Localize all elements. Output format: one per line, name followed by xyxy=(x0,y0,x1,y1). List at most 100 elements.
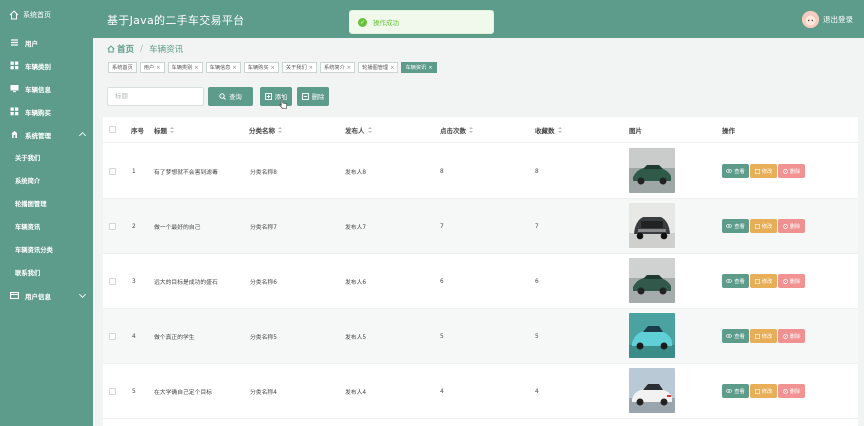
column-header-favorites[interactable]: 收藏数 xyxy=(535,117,562,143)
sidebar-item-system-management[interactable]: 系统管理 xyxy=(0,123,93,146)
edit-button[interactable]: 修改 xyxy=(750,164,777,178)
row-checkbox[interactable] xyxy=(109,168,116,175)
edit-button-label: 修改 xyxy=(761,279,773,285)
close-icon[interactable]: × xyxy=(194,65,198,71)
close-icon[interactable]: × xyxy=(156,65,160,71)
tab-label: 系统简介 xyxy=(324,65,345,71)
edit-button[interactable]: 修改 xyxy=(750,384,777,398)
tab-about[interactable]: 关于我们 × xyxy=(281,62,318,73)
close-icon[interactable]: × xyxy=(309,65,313,71)
edit-button[interactable]: 修改 xyxy=(750,274,777,288)
tab-carousel[interactable]: 轮播图管理 × xyxy=(358,62,399,73)
tab-vehicle-news[interactable]: 车辆资讯 × xyxy=(401,62,437,73)
sidebar-item-users[interactable]: 用户 xyxy=(0,31,93,54)
batch-delete-button[interactable]: 删除 xyxy=(297,87,329,106)
sort-icon[interactable] xyxy=(469,126,473,134)
gear-icon xyxy=(12,131,17,138)
table-row: 4 做个真正的学生 分类名称5 发布人5 5 5 查看 修改 删除 xyxy=(103,309,858,364)
checkbox[interactable] xyxy=(109,223,116,230)
delete-button[interactable]: 删除 xyxy=(778,274,805,288)
select-all-checkbox[interactable] xyxy=(109,126,116,133)
sidebar-item-label: 车辆信息 xyxy=(25,85,51,94)
sidebar-item-user-info[interactable]: 用户信息 xyxy=(0,284,93,307)
row-checkbox[interactable] xyxy=(109,223,116,230)
sort-icon[interactable] xyxy=(278,126,282,134)
checkbox[interactable] xyxy=(109,388,116,395)
sidebar-item-label: 车辆购买 xyxy=(25,108,51,117)
close-icon[interactable]: × xyxy=(347,65,351,71)
close-icon[interactable]: × xyxy=(271,65,275,71)
column-header-publisher[interactable]: 发布人 xyxy=(345,117,372,143)
checkbox[interactable] xyxy=(109,126,116,133)
checkbox[interactable] xyxy=(109,333,116,340)
tab-users[interactable]: 用户 × xyxy=(139,62,165,73)
close-icon[interactable]: × xyxy=(428,65,432,71)
delete-button[interactable]: 删除 xyxy=(778,219,805,233)
row-checkbox[interactable] xyxy=(109,278,116,285)
delete-button-label: 删除 xyxy=(789,334,801,340)
cell-category: 分类名称6 xyxy=(250,280,277,286)
cell-favorites: 7 xyxy=(535,223,539,230)
sort-icon[interactable] xyxy=(170,126,174,134)
cell-image[interactable] xyxy=(629,148,675,193)
sidebar-subitem-system-intro[interactable]: 系统简介 xyxy=(0,169,93,192)
sidebar-item-home[interactable]: 系统首页 xyxy=(0,0,93,30)
delete-button[interactable]: 删除 xyxy=(778,164,805,178)
view-button[interactable]: 查看 xyxy=(722,329,749,343)
avatar[interactable] xyxy=(802,11,819,28)
car-thumbnail xyxy=(629,368,675,413)
cell-image[interactable] xyxy=(629,313,675,358)
check-circle-icon: ✓ xyxy=(358,17,367,27)
sidebar-subitem-contact[interactable]: 联系我们 xyxy=(0,261,93,284)
search-button[interactable]: 查询 xyxy=(208,87,253,106)
edit-button[interactable]: 修改 xyxy=(750,329,777,343)
sort-icon[interactable] xyxy=(367,126,372,134)
sidebar-item-vehicle-category[interactable]: 车辆类别 xyxy=(0,54,93,77)
view-button[interactable]: 查看 xyxy=(722,384,749,398)
sidebar-item-vehicle-info[interactable]: 车辆信息 xyxy=(0,77,93,100)
search-icon xyxy=(219,93,227,100)
sidebar-subitem-vehicle-news[interactable]: 车辆资讯 xyxy=(0,215,93,238)
view-button-label: 查看 xyxy=(734,334,745,340)
view-button[interactable]: 查看 xyxy=(722,164,749,178)
close-icon[interactable]: × xyxy=(232,65,236,71)
sidebar-subitem-news-category[interactable]: 车辆资讯分类 xyxy=(0,238,93,261)
cell-image[interactable] xyxy=(629,258,675,303)
cell-image[interactable] xyxy=(629,368,675,413)
checkbox[interactable] xyxy=(109,278,116,285)
sort-icon[interactable] xyxy=(557,126,562,134)
sidebar-subitem-about[interactable]: 关于我们 xyxy=(0,146,93,169)
tab-vehicle-category[interactable]: 车辆类别 × xyxy=(167,62,203,73)
column-header-category[interactable]: 分类名称 xyxy=(249,117,282,143)
view-button[interactable]: 查看 xyxy=(722,274,749,288)
cell-favorites: 5 xyxy=(535,333,539,340)
column-header-label: 图片 xyxy=(629,127,642,135)
delete-button[interactable]: 删除 xyxy=(778,384,805,398)
row-checkbox[interactable] xyxy=(109,333,116,340)
tab-vehicle-info[interactable]: 车辆信息 × xyxy=(205,62,241,73)
tab-label: 车辆购买 xyxy=(247,65,269,71)
sidebar-subitem-carousel[interactable]: 轮播图管理 xyxy=(0,192,93,215)
cell-index: 3 xyxy=(132,278,136,285)
sidebar-item-vehicle-purchase[interactable]: 车辆购买 xyxy=(0,100,93,123)
tab-system-intro[interactable]: 系统简介 × xyxy=(320,62,356,73)
column-header-title[interactable]: 标题 xyxy=(154,117,174,143)
logout-link[interactable]: 退出登录 xyxy=(823,14,853,25)
row-checkbox[interactable] xyxy=(109,388,116,395)
checkbox[interactable] xyxy=(109,168,116,175)
edit-button[interactable]: 修改 xyxy=(750,219,777,233)
column-header-clicks[interactable]: 点击次数 xyxy=(440,117,473,143)
view-button[interactable]: 查看 xyxy=(722,219,749,233)
sidebar-item-label: 系统管理 xyxy=(25,131,51,140)
tab-vehicle-purchase[interactable]: 车辆购买 × xyxy=(243,62,279,73)
search-input[interactable] xyxy=(107,87,204,106)
cell-favorites: 6 xyxy=(535,278,539,285)
delete-button[interactable]: 删除 xyxy=(778,329,805,343)
tab-home[interactable]: 系统首页 xyxy=(108,62,137,73)
close-icon[interactable]: × xyxy=(390,65,394,71)
column-header-label: 分类名称 xyxy=(249,127,275,135)
breadcrumb-home[interactable]: 首页 xyxy=(107,43,134,55)
cell-category: 分类名称7 xyxy=(250,225,277,231)
cell-image[interactable] xyxy=(629,203,675,248)
delete-button-label: 删除 xyxy=(789,389,801,395)
